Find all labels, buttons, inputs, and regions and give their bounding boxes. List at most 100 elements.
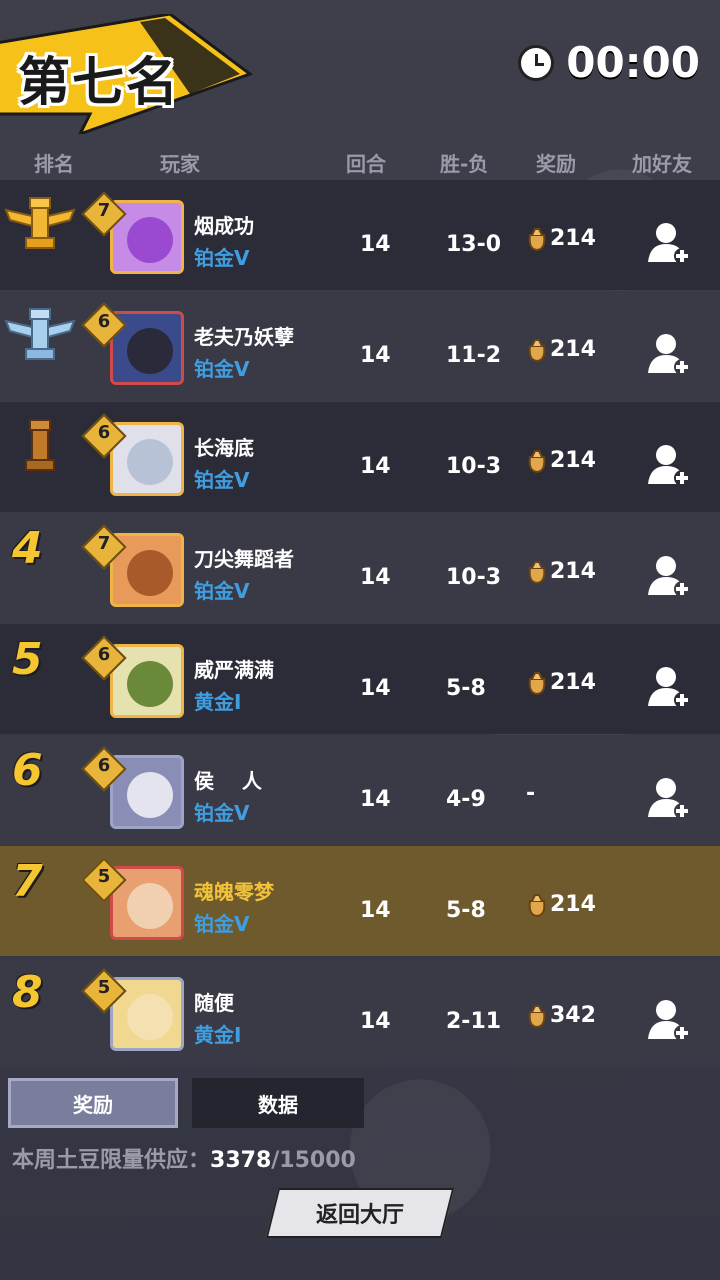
player-tier: 铂金V bbox=[194, 801, 250, 825]
win-loss-value: 2-11 bbox=[446, 1009, 502, 1034]
timer: 00:00 bbox=[518, 38, 700, 87]
table-row: 8 5 随便 黄金I 14 2-11 342 bbox=[0, 957, 720, 1067]
rounds-value: 14 bbox=[360, 676, 391, 701]
reward-value: 342 bbox=[550, 1003, 596, 1028]
win-loss-value: 10-3 bbox=[446, 454, 502, 479]
rounds-value: 14 bbox=[360, 565, 391, 590]
rounds-value: 14 bbox=[360, 787, 391, 812]
player-tier: 铂金V bbox=[194, 357, 250, 381]
potato-bag-icon bbox=[528, 1004, 546, 1028]
bronze-trophy-icon bbox=[25, 419, 55, 471]
player-tier: 铂金V bbox=[194, 912, 250, 936]
player-name: 长海底 bbox=[194, 436, 254, 460]
win-loss-value: 4-9 bbox=[446, 787, 486, 812]
add-friend-icon[interactable] bbox=[646, 997, 692, 1043]
rank-number: 4 bbox=[12, 523, 43, 574]
player-name: 随便 bbox=[194, 991, 234, 1015]
col-player: 玩家 bbox=[160, 152, 200, 176]
timer-value: 00:00 bbox=[566, 38, 700, 87]
reward-value: 214 bbox=[550, 670, 596, 695]
rank-number: 8 bbox=[12, 967, 43, 1018]
potato-bag-icon bbox=[528, 671, 546, 695]
add-friend-icon[interactable] bbox=[646, 331, 692, 377]
add-friend-icon[interactable] bbox=[646, 775, 692, 821]
potato-bag-icon bbox=[528, 560, 546, 584]
reward-value: 214 bbox=[550, 892, 596, 917]
rounds-value: 14 bbox=[360, 898, 391, 923]
col-reward: 奖励 bbox=[536, 152, 576, 176]
rank-number: 5 bbox=[12, 634, 43, 685]
table-row: 6 长海底 铂金V 14 10-3 214 bbox=[0, 402, 720, 512]
col-rounds: 回合 bbox=[346, 152, 386, 176]
reward: 214 bbox=[526, 559, 596, 584]
player-name: 侯 人 bbox=[194, 769, 262, 793]
column-headers: 排名 玩家 回合 胜-负 奖励 加好友 bbox=[0, 148, 720, 178]
level-number: 6 bbox=[97, 755, 111, 776]
level-number: 7 bbox=[97, 200, 111, 221]
reward: - bbox=[526, 781, 535, 806]
potato-bag-icon bbox=[528, 338, 546, 362]
placement-title: 第七名 bbox=[18, 53, 181, 113]
add-friend-icon[interactable] bbox=[646, 220, 692, 266]
weekly-supply: 本周土豆限量供应：3378/15000 bbox=[12, 1142, 356, 1174]
level-number: 6 bbox=[97, 422, 111, 443]
supply-current: 3378 bbox=[210, 1148, 272, 1173]
back-to-lobby-button[interactable]: 返回大厅 bbox=[265, 1188, 455, 1238]
back-to-lobby-label: 返回大厅 bbox=[315, 1203, 404, 1228]
add-friend-icon[interactable] bbox=[646, 442, 692, 488]
silver-trophy-icon bbox=[4, 308, 76, 360]
win-loss-value: 10-3 bbox=[446, 565, 502, 590]
win-loss-value: 13-0 bbox=[446, 232, 502, 257]
bottom-tabs: 奖励 数据 bbox=[8, 1078, 364, 1128]
tab-data[interactable]: 数据 bbox=[192, 1078, 364, 1128]
rounds-value: 14 bbox=[360, 232, 391, 257]
tab-reward[interactable]: 奖励 bbox=[8, 1078, 178, 1128]
potato-bag-icon bbox=[528, 227, 546, 251]
table-row: 6 老夫乃妖孽 铂金V 14 11-2 214 bbox=[0, 291, 720, 401]
ranking-list: 7 烟成功 铂金V 14 13-0 214 6 老夫乃妖孽 铂金V 14 11-… bbox=[0, 180, 720, 1068]
gold-trophy-icon bbox=[4, 197, 76, 249]
table-row: 5 6 威严满满 黄金I 14 5-8 214 bbox=[0, 624, 720, 734]
supply-label: 本周土豆限量供应： bbox=[12, 1148, 211, 1173]
player-tier: 铂金V bbox=[194, 579, 250, 603]
win-loss-value: 5-8 bbox=[446, 898, 486, 923]
reward: 214 bbox=[526, 892, 596, 917]
level-number: 5 bbox=[97, 977, 111, 998]
player-name: 老夫乃妖孽 bbox=[194, 325, 294, 349]
level-number: 7 bbox=[97, 533, 111, 554]
col-rank: 排名 bbox=[34, 152, 74, 176]
reward: 214 bbox=[526, 337, 596, 362]
rounds-value: 14 bbox=[360, 1009, 391, 1034]
reward-value: 214 bbox=[550, 226, 596, 251]
player-tier: 黄金I bbox=[194, 1023, 242, 1047]
player-name: 刀尖舞蹈者 bbox=[194, 547, 294, 571]
reward: 214 bbox=[526, 226, 596, 251]
col-wl: 胜-负 bbox=[440, 152, 489, 176]
reward: 342 bbox=[526, 1003, 596, 1028]
player-name: 魂魄零梦 bbox=[194, 880, 274, 904]
rank-number: 6 bbox=[12, 745, 43, 796]
rank-number: 7 bbox=[12, 856, 43, 907]
player-tier: 铂金V bbox=[194, 468, 250, 492]
table-row: 6 6 侯 人 铂金V 14 4-9 - bbox=[0, 735, 720, 845]
player-name: 烟成功 bbox=[194, 214, 254, 238]
reward-value: 214 bbox=[550, 448, 596, 473]
col-add-friend: 加好友 bbox=[632, 152, 692, 176]
player-tier: 黄金I bbox=[194, 690, 242, 714]
player-tier: 铂金V bbox=[194, 246, 250, 270]
level-number: 6 bbox=[97, 644, 111, 665]
add-friend-icon[interactable] bbox=[646, 664, 692, 710]
table-row: 7 烟成功 铂金V 14 13-0 214 bbox=[0, 180, 720, 290]
potato-bag-icon bbox=[528, 449, 546, 473]
rounds-value: 14 bbox=[360, 454, 391, 479]
win-loss-value: 11-2 bbox=[446, 343, 502, 368]
add-friend-icon[interactable] bbox=[646, 553, 692, 599]
player-name: 威严满满 bbox=[194, 658, 274, 682]
reward-value: 214 bbox=[550, 337, 596, 362]
supply-total: /15000 bbox=[271, 1148, 356, 1173]
clock-icon bbox=[518, 44, 555, 81]
reward-value: 214 bbox=[550, 559, 596, 584]
potato-bag-icon bbox=[528, 893, 546, 917]
reward: 214 bbox=[526, 670, 596, 695]
table-row: 4 7 刀尖舞蹈者 铂金V 14 10-3 214 bbox=[0, 513, 720, 623]
